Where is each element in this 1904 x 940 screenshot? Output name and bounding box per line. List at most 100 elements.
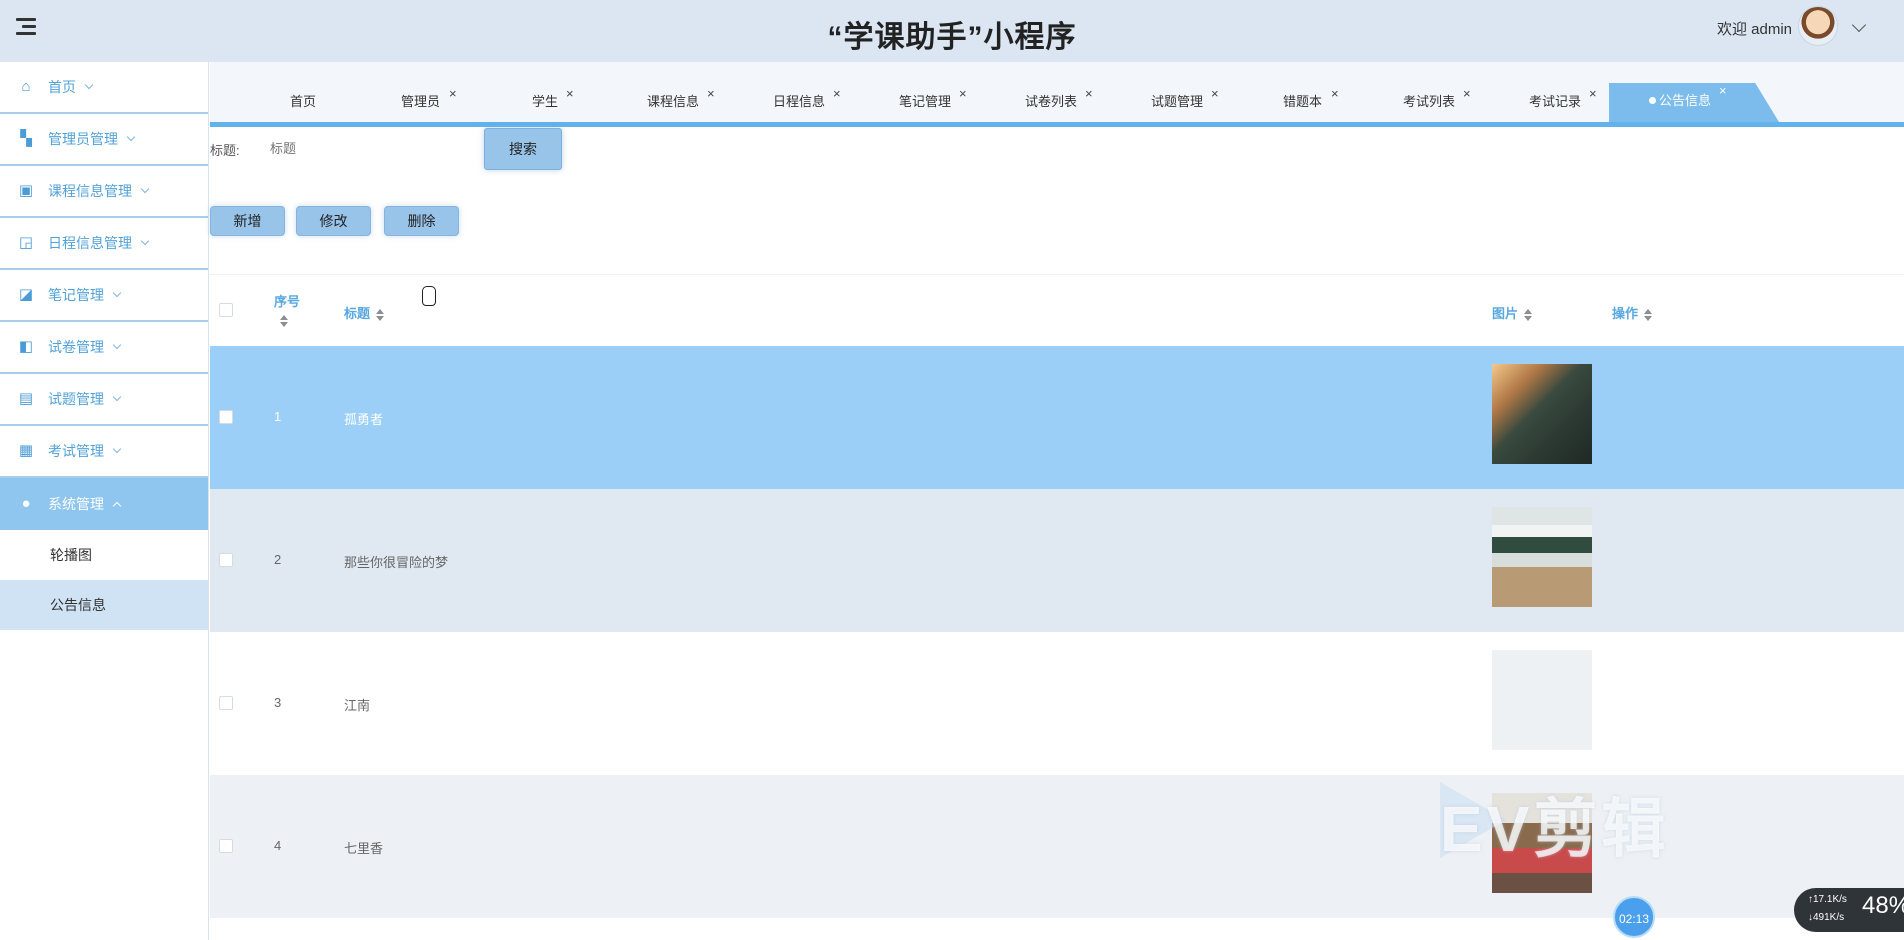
close-icon[interactable]: ×	[449, 74, 457, 114]
recording-timer[interactable]: 02:13	[1613, 896, 1655, 938]
network-monitor: ↑17.1K/s ↓491K/s 48%	[1794, 888, 1904, 932]
close-icon[interactable]: ×	[1463, 74, 1471, 114]
close-icon[interactable]: ×	[1331, 74, 1339, 114]
tab-home[interactable]: 首页	[290, 82, 316, 122]
sort-icon[interactable]	[376, 308, 385, 321]
sort-icon[interactable]	[1524, 308, 1533, 321]
sidebar-item-admin[interactable]: ▚ 管理员管理	[0, 114, 208, 166]
add-button[interactable]: 新增	[210, 206, 285, 236]
tab-label: 课程信息	[647, 94, 700, 109]
tab-label: 试卷列表	[1025, 94, 1078, 109]
table-row[interactable]: 2 那些你很冒险的梦	[210, 489, 1904, 632]
table-row[interactable]: 1 孤勇者	[210, 346, 1904, 489]
column-header-image[interactable]: 图片	[1492, 303, 1533, 322]
search-title-input[interactable]	[258, 134, 408, 162]
grid-icon: ▦	[18, 442, 34, 459]
row-image	[1492, 650, 1592, 750]
tab-schedule[interactable]: 日程信息 ×	[773, 82, 841, 122]
tab-label: 管理员	[401, 94, 441, 109]
close-icon[interactable]: ×	[707, 74, 715, 114]
tab-exam-list[interactable]: 考试列表 ×	[1403, 82, 1471, 122]
select-all-checkbox[interactable]	[219, 303, 233, 317]
row-checkbox[interactable]	[219, 839, 233, 853]
chevron-down-icon	[112, 288, 122, 298]
sidebar-item-label: 考试管理	[48, 443, 104, 459]
row-index: 4	[274, 838, 282, 853]
row-index: 1	[274, 409, 282, 424]
active-dot-icon	[1649, 97, 1656, 104]
sidebar-item-label: 系统管理	[48, 496, 104, 512]
row-image	[1492, 507, 1592, 607]
sidebar-item-papers[interactable]: ◧ 试卷管理	[0, 322, 208, 374]
table-row[interactable]: 3 江南	[210, 632, 1904, 775]
close-icon[interactable]: ×	[1085, 74, 1093, 114]
sidebar-item-label: 首页	[48, 79, 76, 95]
close-icon[interactable]: ×	[566, 74, 574, 114]
tab-notes[interactable]: 笔记管理 ×	[899, 82, 967, 122]
sidebar-item-home[interactable]: ⌂ 首页	[0, 62, 208, 114]
crop-icon: ◲	[18, 234, 34, 251]
sidebar-subitem-notice[interactable]: 公告信息	[0, 580, 208, 630]
tab-notice-active[interactable]: 公告信息 ×	[1609, 83, 1779, 122]
tab-label: 考试列表	[1403, 94, 1456, 109]
app-title: “学课助手”小程序	[827, 21, 1077, 54]
row-index: 3	[274, 695, 282, 710]
tab-student[interactable]: 学生 ×	[532, 82, 574, 122]
tab-course[interactable]: 课程信息 ×	[647, 82, 715, 122]
row-checkbox[interactable]	[219, 696, 233, 710]
row-title: 孤勇者	[344, 412, 384, 427]
tab-papers[interactable]: 试卷列表 ×	[1025, 82, 1093, 122]
sidebar-item-questions[interactable]: ▤ 试题管理	[0, 374, 208, 426]
sidebar-item-course[interactable]: ▣ 课程信息管理	[0, 166, 208, 218]
tab-label: 试题管理	[1151, 94, 1204, 109]
close-icon[interactable]: ×	[1211, 74, 1219, 114]
search-button[interactable]: 搜索	[484, 128, 562, 170]
sidebar-item-label: 试题管理	[48, 391, 104, 407]
close-icon[interactable]: ×	[1589, 74, 1597, 114]
tab-exam-record[interactable]: 考试记录 ×	[1529, 82, 1597, 122]
sidebar-item-schedule[interactable]: ◲ 日程信息管理	[0, 218, 208, 270]
sidebar-item-exams[interactable]: ▦ 考试管理	[0, 426, 208, 478]
sort-icon[interactable]	[280, 314, 288, 327]
column-header-title[interactable]: 标题	[344, 303, 385, 322]
chevron-down-icon	[84, 80, 94, 90]
sidebar-subitem-carousel[interactable]: 轮播图	[0, 530, 208, 580]
sidebar-item-label: 试卷管理	[48, 339, 104, 355]
close-icon[interactable]: ×	[833, 74, 841, 114]
contact-icon: ▣	[18, 182, 34, 199]
chevron-down-icon	[112, 392, 122, 402]
tab-label: 笔记管理	[899, 94, 952, 109]
row-checkbox[interactable]	[219, 410, 233, 424]
tab-label: 考试记录	[1529, 94, 1582, 109]
sidebar-item-label: 管理员管理	[48, 131, 118, 147]
chevron-down-icon	[140, 236, 150, 246]
user-avatar[interactable]	[1798, 6, 1838, 46]
tab-wrongbook[interactable]: 错题本 ×	[1283, 82, 1339, 122]
layout-icon: ◧	[18, 338, 34, 355]
table-header: 序号 标题 图片 操作	[210, 274, 1904, 346]
row-checkbox[interactable]	[219, 553, 233, 567]
tab-questions[interactable]: 试题管理 ×	[1151, 82, 1219, 122]
download-speed: ↓491K/s	[1808, 912, 1845, 923]
sidebar-item-system[interactable]: ● 系统管理	[0, 478, 208, 530]
sidebar-item-notes[interactable]: ◪ 笔记管理	[0, 270, 208, 322]
edit-button[interactable]: 修改	[296, 206, 371, 236]
column-header-index[interactable]: 序号	[274, 291, 300, 327]
drop-icon: ●	[21, 495, 31, 512]
tab-admin[interactable]: 管理员 ×	[401, 82, 457, 122]
sidebar: ⌂ 首页 ▚ 管理员管理 ▣ 课程信息管理 ◲ 日程信息管理 ◪ 笔记管理 ◧ 试卷管理 ▤…	[0, 62, 209, 940]
chevron-down-icon	[126, 132, 136, 142]
tab-label: 学生	[532, 94, 559, 109]
apps-icon: ▚	[20, 130, 32, 147]
top-header: “学课助手”小程序 欢迎 admin	[0, 0, 1904, 62]
row-image	[1492, 364, 1592, 464]
row-index: 2	[274, 552, 282, 567]
column-header-operation[interactable]: 操作	[1612, 303, 1653, 322]
upload-speed: ↑17.1K/s	[1808, 894, 1847, 905]
tab-label: 日程信息	[773, 94, 826, 109]
close-icon[interactable]: ×	[959, 74, 967, 114]
chevron-up-icon	[112, 501, 122, 511]
delete-button[interactable]: 删除	[384, 206, 459, 236]
sort-icon[interactable]	[1644, 308, 1653, 321]
search-title-label: 标题:	[210, 143, 240, 158]
